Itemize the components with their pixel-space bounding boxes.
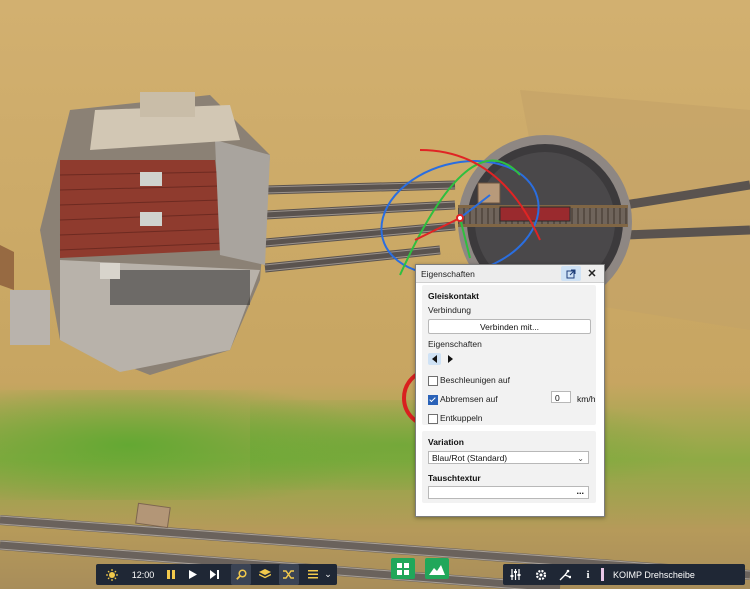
properties-panel: Eigenschaften ✕ Gleiskontakt Verbindung … bbox=[415, 264, 605, 517]
settings-button[interactable] bbox=[531, 564, 551, 585]
uncouple-checkbox[interactable] bbox=[428, 414, 438, 424]
list-dropdown[interactable]: ⌄ bbox=[322, 564, 334, 585]
prev-property-button[interactable] bbox=[428, 353, 441, 365]
speed-input[interactable]: 0 bbox=[551, 391, 571, 403]
terrain-icon bbox=[429, 564, 445, 575]
gear-icon bbox=[535, 569, 547, 580]
grid-view-button[interactable] bbox=[391, 558, 415, 579]
tools-icon bbox=[559, 569, 571, 580]
variation-section: Variation Blau/Rot (Standard) ⌄ Tauschte… bbox=[422, 431, 596, 503]
properties-label: Eigenschaften bbox=[428, 339, 482, 349]
skip-button[interactable] bbox=[205, 564, 223, 585]
chevron-down-icon: ⌄ bbox=[577, 454, 584, 463]
triangle-left-icon bbox=[431, 355, 437, 363]
variation-select[interactable]: Blau/Rot (Standard) ⌄ bbox=[428, 451, 589, 464]
info-icon: i bbox=[586, 568, 590, 581]
pause-button[interactable] bbox=[162, 564, 180, 585]
mixer-icon bbox=[510, 569, 520, 580]
next-property-button[interactable] bbox=[443, 353, 456, 365]
layers-button[interactable] bbox=[255, 564, 275, 585]
accelerate-label: Beschleunigen auf bbox=[440, 375, 510, 385]
panel-header: Eigenschaften ✕ bbox=[416, 265, 604, 283]
speed-unit: km/h bbox=[577, 394, 596, 404]
popout-button[interactable] bbox=[561, 266, 581, 281]
play-button[interactable] bbox=[184, 564, 202, 585]
list-icon bbox=[308, 570, 318, 579]
texture-browse-button[interactable]: ... bbox=[576, 486, 584, 496]
object-toolbar: i KOIMP Drehscheibe bbox=[503, 564, 745, 585]
uncouple-label: Entkuppeln bbox=[440, 413, 483, 423]
3d-viewport[interactable] bbox=[0, 0, 750, 589]
time-display: 12:00 bbox=[131, 569, 155, 580]
shuffle-icon bbox=[283, 570, 294, 579]
skip-icon bbox=[209, 570, 219, 579]
accelerate-checkbox[interactable] bbox=[428, 376, 438, 386]
variation-value: Blau/Rot (Standard) bbox=[432, 453, 508, 463]
object-name: KOIMP Drehscheibe bbox=[613, 569, 695, 580]
texture-title: Tauschtextur bbox=[428, 473, 481, 483]
track-contact-title: Gleiskontakt bbox=[428, 291, 480, 301]
list-button[interactable] bbox=[306, 564, 320, 585]
panel-title: Eigenschaften bbox=[421, 269, 475, 279]
brake-checkbox[interactable] bbox=[428, 395, 438, 405]
search-icon bbox=[235, 569, 247, 580]
shuffle-button[interactable] bbox=[279, 564, 299, 585]
brake-label: Abbremsen auf bbox=[440, 394, 498, 404]
play-icon bbox=[189, 570, 197, 579]
grid-icon bbox=[397, 562, 409, 575]
mixer-button[interactable] bbox=[505, 564, 525, 585]
close-button[interactable]: ✕ bbox=[582, 266, 602, 281]
popout-icon bbox=[566, 269, 576, 278]
triangle-right-icon bbox=[447, 355, 453, 363]
track-contact-section: Gleiskontakt Verbindung Verbinden mit...… bbox=[422, 285, 596, 425]
color-swatch bbox=[601, 568, 604, 581]
tools-button[interactable] bbox=[555, 564, 575, 585]
search-button[interactable] bbox=[231, 564, 251, 585]
close-icon: ✕ bbox=[587, 268, 597, 280]
variation-title: Variation bbox=[428, 437, 464, 447]
sun-icon bbox=[106, 568, 118, 581]
weather-button[interactable] bbox=[102, 564, 122, 585]
connect-button[interactable]: Verbinden mit... bbox=[428, 319, 591, 334]
layers-icon bbox=[259, 569, 271, 579]
pause-icon bbox=[167, 570, 175, 579]
terrain-button[interactable] bbox=[425, 558, 449, 579]
chevron-down-icon: ⌄ bbox=[324, 569, 332, 579]
info-button[interactable]: i bbox=[579, 564, 597, 585]
connection-label: Verbindung bbox=[428, 305, 472, 315]
simulation-toolbar: 12:00 ⌄ bbox=[96, 564, 337, 585]
texture-field[interactable]: ... bbox=[428, 486, 589, 499]
